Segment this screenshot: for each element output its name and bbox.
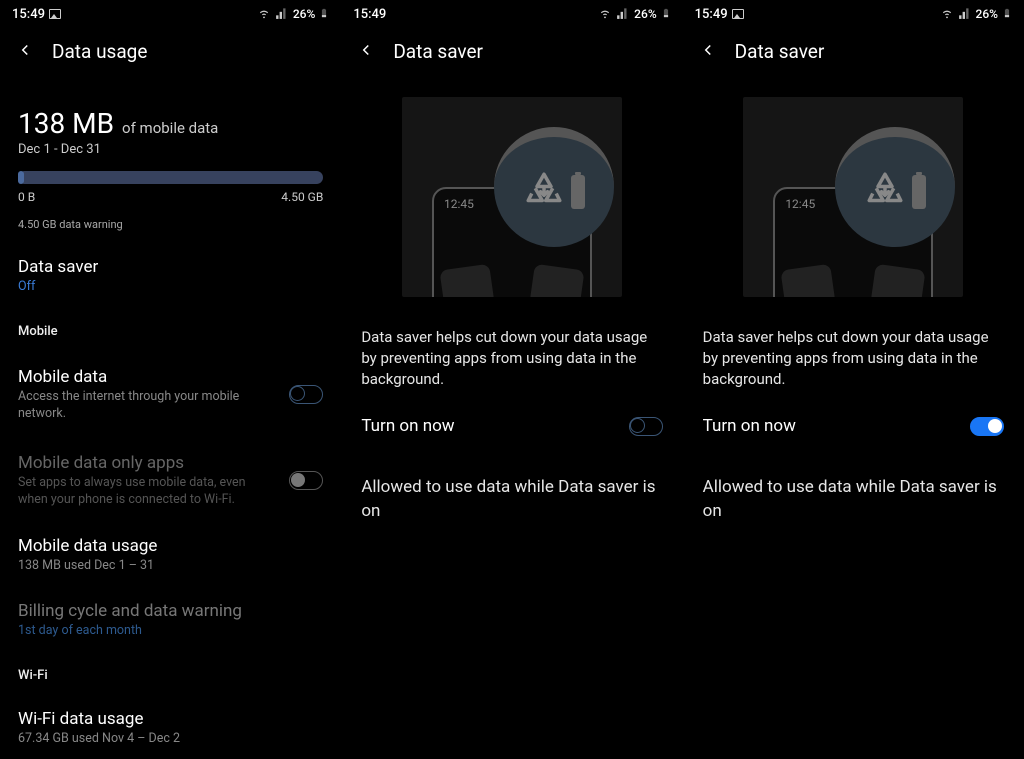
status-bar: 15:49 26% xyxy=(683,0,1024,28)
billing-cycle-row[interactable]: Billing cycle and data warning 1st day o… xyxy=(18,601,323,640)
status-bar: 15:49 26% xyxy=(341,0,682,28)
signal-icon xyxy=(616,6,630,23)
mobile-usage-title: Mobile data usage xyxy=(18,536,323,556)
battery-icon xyxy=(319,6,329,23)
usage-amount: 138 MB xyxy=(18,107,114,140)
usage-bar-fill xyxy=(18,171,24,184)
signal-icon xyxy=(275,6,289,23)
turn-on-toggle[interactable] xyxy=(970,417,1004,436)
magnifier-circle-icon xyxy=(494,127,614,247)
turn-on-label: Turn on now xyxy=(361,416,454,436)
data-saver-description: Data saver helps cut down your data usag… xyxy=(683,297,1024,390)
usage-period: Dec 1 - Dec 31 xyxy=(18,142,323,157)
battery-shape-icon xyxy=(912,175,926,209)
status-bar: 15:49 26% xyxy=(0,0,341,28)
billing-sub: 1st day of each month xyxy=(18,623,248,640)
page-title: Data saver xyxy=(393,40,483,63)
allowed-apps-row[interactable]: Allowed to use data while Data saver is … xyxy=(341,436,682,524)
battery-percent: 26% xyxy=(976,7,998,21)
data-saver-icon xyxy=(523,169,565,215)
bar-min: 0 B xyxy=(18,190,35,204)
screen-data-saver-on: 15:49 26% Data saver 12:45 xyxy=(683,0,1024,759)
signal-icon xyxy=(958,6,972,23)
picture-icon xyxy=(49,9,61,19)
battery-percent: 26% xyxy=(293,7,315,21)
category-mobile: Mobile xyxy=(18,324,323,339)
screen-data-saver-off: 15:49 26% Data saver 12:45 xyxy=(341,0,682,759)
mobile-data-sub: Access the internet through your mobile … xyxy=(18,389,248,423)
battery-icon xyxy=(1002,6,1012,23)
header: Data saver xyxy=(341,28,682,77)
mobile-data-toggle[interactable] xyxy=(289,385,323,404)
data-usage-summary[interactable]: 138 MB of mobile data xyxy=(18,107,323,140)
data-saver-row[interactable]: Data saver Off xyxy=(18,257,323,296)
status-time: 15:49 xyxy=(353,7,386,22)
allowed-apps-row[interactable]: Allowed to use data while Data saver is … xyxy=(683,436,1024,524)
wifi-icon xyxy=(257,6,271,23)
data-saver-illustration: 12:45 xyxy=(743,97,963,297)
back-icon[interactable] xyxy=(699,41,717,63)
mobile-data-usage-row[interactable]: Mobile data usage 138 MB used Dec 1 – 31 xyxy=(18,536,323,575)
turn-on-row[interactable]: Turn on now xyxy=(683,390,1024,436)
usage-bar[interactable] xyxy=(18,171,323,184)
data-warning-label: 4.50 GB data warning xyxy=(18,218,323,231)
data-saver-illustration: 12:45 xyxy=(402,97,622,297)
battery-shape-icon xyxy=(571,175,585,209)
turn-on-label: Turn on now xyxy=(703,416,796,436)
wifi-usage-title: Wi-Fi data usage xyxy=(18,709,323,729)
magnifier-circle-icon xyxy=(835,127,955,247)
wifi-icon xyxy=(598,6,612,23)
data-saver-status: Off xyxy=(18,279,248,296)
battery-icon xyxy=(661,6,671,23)
wifi-icon xyxy=(940,6,954,23)
bar-max: 4.50 GB xyxy=(281,190,323,204)
category-wifi: Wi-Fi xyxy=(18,668,323,683)
wifi-usage-sub: 67.34 GB used Nov 4 – Dec 2 xyxy=(18,731,248,748)
data-saver-icon xyxy=(864,169,906,215)
data-saver-description: Data saver helps cut down your data usag… xyxy=(341,297,682,390)
turn-on-row[interactable]: Turn on now xyxy=(341,390,682,436)
mobile-data-row[interactable]: Mobile data Access the internet through … xyxy=(18,365,323,425)
usage-of-label: of mobile data xyxy=(122,119,218,137)
mobile-data-only-apps-row: Mobile data only apps Set apps to always… xyxy=(18,451,323,511)
status-time: 15:49 xyxy=(695,7,728,22)
status-time: 15:49 xyxy=(12,7,45,22)
back-icon[interactable] xyxy=(357,41,375,63)
only-apps-title: Mobile data only apps xyxy=(18,453,248,473)
header: Data usage xyxy=(0,28,341,77)
only-apps-sub: Set apps to always use mobile data, even… xyxy=(18,475,248,509)
only-apps-toggle xyxy=(289,471,323,490)
mobile-usage-sub: 138 MB used Dec 1 – 31 xyxy=(18,558,248,575)
mobile-data-title: Mobile data xyxy=(18,367,248,387)
header: Data saver xyxy=(683,28,1024,77)
picture-icon xyxy=(732,9,744,19)
screen-data-usage: 15:49 26% Data usage 138 MB of mobile da… xyxy=(0,0,341,759)
illus-time: 12:45 xyxy=(444,197,474,211)
page-title: Data usage xyxy=(52,40,147,63)
back-icon[interactable] xyxy=(16,41,34,63)
wifi-data-usage-row[interactable]: Wi-Fi data usage 67.34 GB used Nov 4 – D… xyxy=(18,709,323,748)
battery-percent: 26% xyxy=(634,7,656,21)
usage-bar-labels: 0 B 4.50 GB xyxy=(18,190,323,204)
billing-title: Billing cycle and data warning xyxy=(18,601,323,621)
page-title: Data saver xyxy=(735,40,825,63)
illus-time: 12:45 xyxy=(785,197,815,211)
data-saver-title: Data saver xyxy=(18,257,323,277)
turn-on-toggle[interactable] xyxy=(629,417,663,436)
